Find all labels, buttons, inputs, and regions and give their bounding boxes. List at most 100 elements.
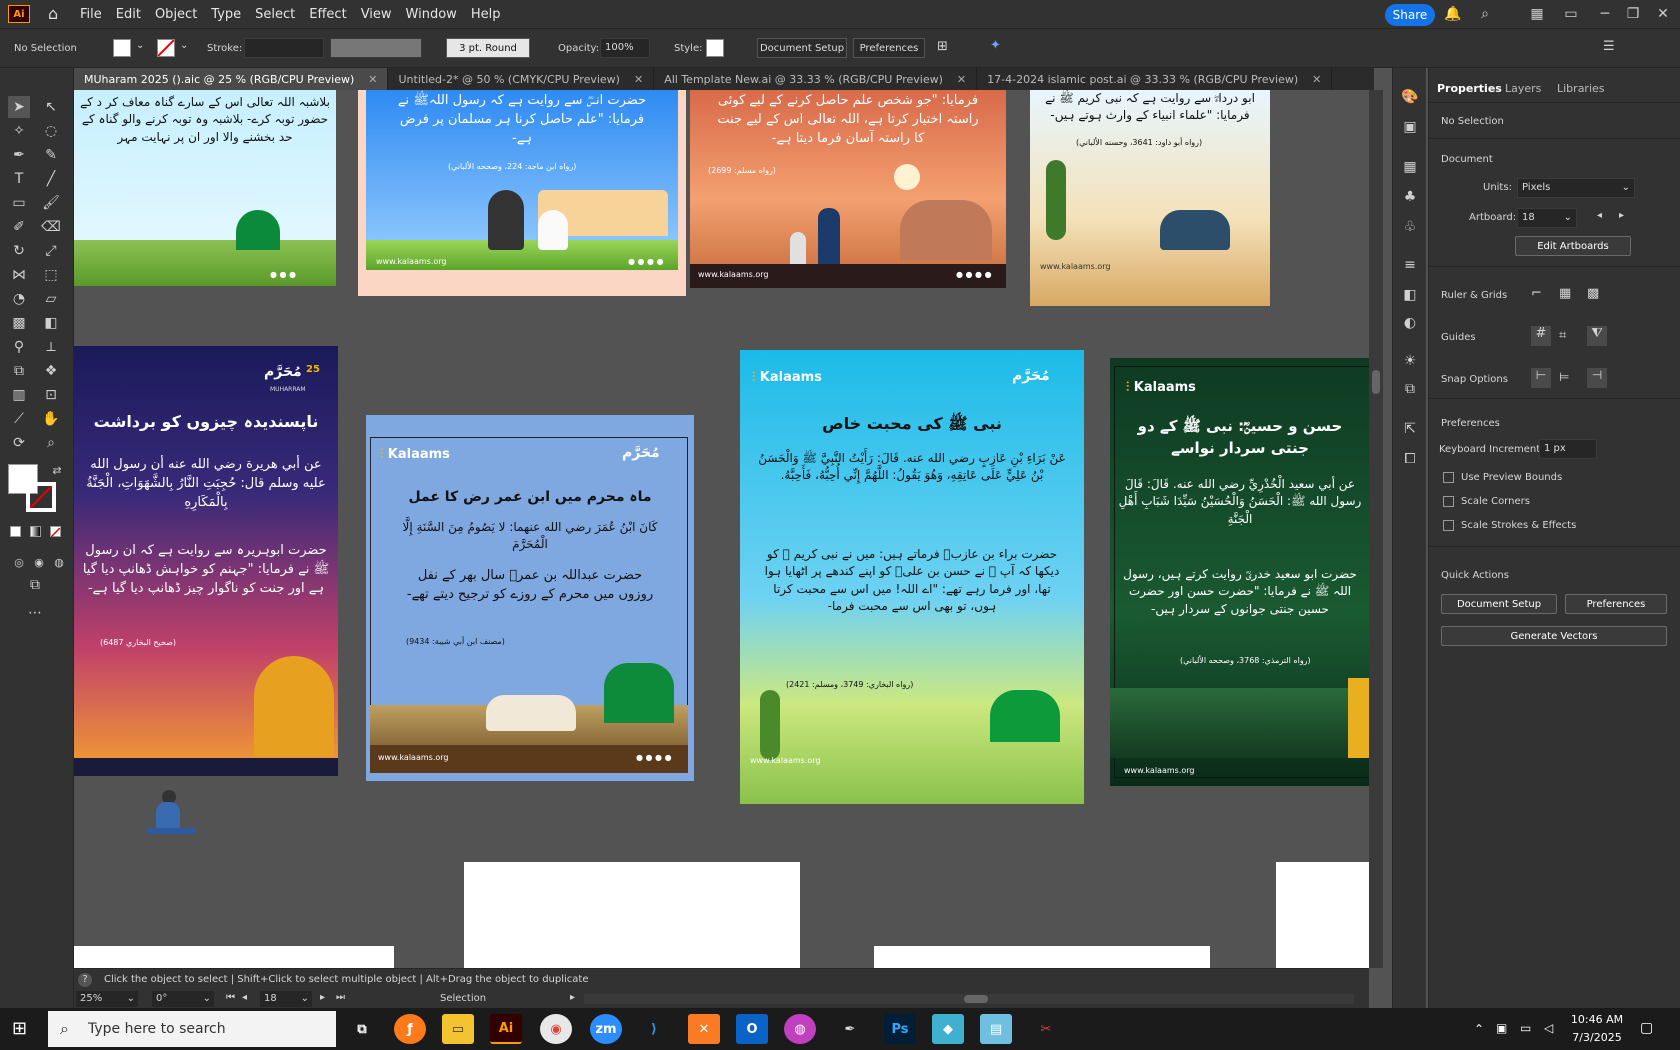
color-panel-icon[interactable]: 🎨: [1399, 86, 1421, 108]
swatches-panel-icon[interactable]: ▣: [1399, 116, 1421, 138]
transparency-grid-icon[interactable]: ▩: [1587, 286, 1599, 301]
artboard-2[interactable]: حضرت انسؓ سے روایت ہے کہ رسول اللہﷺ نے ف…: [358, 90, 686, 296]
photos-icon[interactable]: ◍: [784, 1014, 816, 1044]
previous-artboard-icon[interactable]: ◂: [242, 992, 247, 1003]
shaper-tool-icon[interactable]: ✐: [8, 216, 30, 238]
tab-untitled-2[interactable]: Untitled-2* @ 50 % (CMYK/CPU Preview) ✕: [388, 68, 655, 90]
menu-window[interactable]: Window: [406, 7, 457, 22]
screen-mode-icon[interactable]: ⧉: [24, 574, 46, 596]
artboard-navigator-select[interactable]: 18 ⌄: [260, 991, 312, 1007]
export-panel-icon[interactable]: ⇱: [1399, 418, 1421, 440]
brush-definition[interactable]: 3 pt. Round: [446, 38, 530, 58]
panel-toggle-icon[interactable]: ☰: [1603, 39, 1615, 54]
firefox-icon[interactable]: ƒ: [394, 1014, 426, 1044]
mesh-tool-icon[interactable]: ▩: [8, 312, 30, 334]
share-button[interactable]: Share: [1385, 4, 1435, 26]
preferences-button[interactable]: Preferences: [1565, 594, 1667, 614]
blank-artboard[interactable]: [874, 946, 1210, 968]
line-tool-icon[interactable]: ╱: [40, 168, 62, 190]
pen-tool-icon[interactable]: ✒: [8, 144, 30, 166]
scale-tool-icon[interactable]: ⤢: [40, 240, 62, 262]
use-preview-bounds-checkbox[interactable]: [1443, 472, 1454, 483]
tab-muharam-2025[interactable]: MUharam 2025 ().aic @ 25 % (RGB/CPU Prev…: [74, 68, 389, 90]
battery-icon[interactable]: ▭: [1520, 1021, 1531, 1035]
paintbrush-tool-icon[interactable]: 🖌: [40, 192, 62, 214]
next-artboard-icon[interactable]: ▸: [320, 992, 325, 1003]
rotate-view-select[interactable]: 0° ⌄: [152, 991, 214, 1007]
generate-vectors-button[interactable]: Generate Vectors: [1441, 626, 1667, 646]
align-icon[interactable]: ⊞: [937, 39, 948, 54]
search-icon[interactable]: ⌕: [1476, 5, 1494, 23]
stroke-swatch[interactable]: [157, 39, 175, 57]
blend-tool-icon[interactable]: ⧉: [8, 360, 30, 382]
symbols-panel-icon[interactable]: ♣: [1399, 186, 1421, 208]
horizontal-scrollbar[interactable]: [584, 994, 1354, 1004]
tab-all-template-new[interactable]: All Template New.ai @ 33.33 % (RGB/CPU P…: [654, 68, 978, 90]
pen-tool-app-icon[interactable]: ✒: [834, 1014, 866, 1044]
tab-properties[interactable]: Properties: [1437, 82, 1502, 95]
tab-libraries[interactable]: Libraries: [1557, 82, 1605, 95]
graphic-styles-panel-icon[interactable]: ♧: [1399, 216, 1421, 238]
vscode-icon[interactable]: ⟩: [638, 1014, 670, 1044]
free-transform-tool-icon[interactable]: ⬚: [40, 264, 62, 286]
stroke-weight-input[interactable]: [244, 38, 324, 58]
shape-builder-tool-icon[interactable]: ◔: [8, 288, 30, 310]
notepad-icon[interactable]: ▤: [980, 1014, 1012, 1044]
artboard-8[interactable]: ⫶ Kalaams حسن و حسینؓ: نبی ﷺ کے دو جنتی …: [1110, 358, 1369, 786]
blue-app-icon[interactable]: ◆: [932, 1014, 964, 1044]
grid-icon[interactable]: ▦: [1559, 286, 1571, 301]
menu-select[interactable]: Select: [255, 7, 295, 22]
blank-artboard[interactable]: [74, 946, 394, 968]
clock-date[interactable]: 7/3/2025: [1570, 1031, 1624, 1044]
chevron-down-icon[interactable]: ⌄: [136, 40, 144, 51]
close-icon[interactable]: ✕: [368, 73, 377, 86]
praying-figure-illustration[interactable]: [148, 790, 196, 836]
close-icon[interactable]: ✕: [1654, 5, 1672, 23]
perspective-grid-tool-icon[interactable]: ▱: [40, 288, 62, 310]
zoom-icon[interactable]: zm: [590, 1014, 622, 1044]
rotate-tool-icon[interactable]: ↻: [8, 240, 30, 262]
minimize-icon[interactable]: ─: [1596, 5, 1614, 23]
color-mode-icon[interactable]: [10, 526, 21, 537]
blank-artboard[interactable]: [464, 862, 800, 968]
photoshop-icon[interactable]: Ps: [884, 1014, 916, 1044]
artboard-6[interactable]: ⫶ Kalaams مُحَرَّم ماہ محرم میں ابن عمر …: [366, 415, 694, 781]
snipping-tool-icon[interactable]: ✂: [1030, 1014, 1062, 1044]
keyboard-increment-input[interactable]: 1 px: [1539, 439, 1597, 459]
draw-normal-icon[interactable]: ◎: [8, 552, 30, 574]
preferences-button[interactable]: Preferences: [853, 38, 925, 58]
outlook-icon[interactable]: O: [736, 1014, 768, 1044]
document-setup-button[interactable]: Document Setup: [757, 38, 847, 58]
artboard-5[interactable]: مُحَرَّم 25 MUHARRAM ناپسندیدہ چیزوں کو …: [74, 346, 338, 776]
units-select[interactable]: Pixels ⌄: [1517, 178, 1635, 198]
vertical-scrollbar[interactable]: [1369, 90, 1383, 968]
artboard-tool-icon[interactable]: ⊡: [40, 384, 62, 406]
edit-artboards-button[interactable]: Edit Artboards: [1515, 236, 1631, 256]
menu-type[interactable]: Type: [211, 7, 241, 22]
slice-tool-icon[interactable]: ⟋: [8, 408, 30, 430]
hand-tool-icon[interactable]: ✋: [40, 408, 62, 430]
chrome-icon[interactable]: ◉: [540, 1014, 572, 1044]
draw-behind-icon[interactable]: ◉: [28, 552, 50, 574]
none-mode-icon[interactable]: [50, 526, 61, 538]
gradient-mode-icon[interactable]: [30, 526, 41, 537]
zoom-level-select[interactable]: 25% ⌄: [76, 991, 138, 1007]
scale-corners-checkbox[interactable]: [1443, 496, 1454, 507]
swap-colors-icon[interactable]: ⇄: [46, 460, 68, 482]
recolor-icon[interactable]: ✦: [990, 38, 1001, 53]
rotate-view-tool-icon[interactable]: ⟳: [8, 432, 30, 454]
restore-icon[interactable]: ❐: [1624, 5, 1642, 23]
workspace-icon[interactable]: ▭: [1562, 5, 1580, 23]
artboard-7[interactable]: ⫶ Kalaams مُحَرَّم نبی ﷺ کی محبت خاص عَن…: [740, 350, 1084, 804]
magic-wand-tool-icon[interactable]: ✧: [8, 120, 30, 142]
artboard-3[interactable]: فرمایا: "جو شخص علم حاصل کرنے کے لیے کوئ…: [690, 90, 1006, 288]
zoom-tool-icon[interactable]: ⌕: [40, 432, 62, 454]
measure-tool-icon[interactable]: ⟂: [40, 336, 62, 358]
artboard-select[interactable]: 18 ⌄: [1517, 208, 1577, 228]
menu-help[interactable]: Help: [471, 7, 501, 22]
scrollbar-thumb[interactable]: [1372, 370, 1380, 394]
snap-pixel-icon[interactable]: ⊣: [1587, 368, 1607, 388]
canvas[interactable]: بلاشبہ اللہ تعالی اس کے سارے گناہ معاف ک…: [74, 90, 1369, 968]
width-tool-icon[interactable]: ⋈: [8, 264, 30, 286]
show-guides-icon[interactable]: #: [1531, 326, 1551, 346]
